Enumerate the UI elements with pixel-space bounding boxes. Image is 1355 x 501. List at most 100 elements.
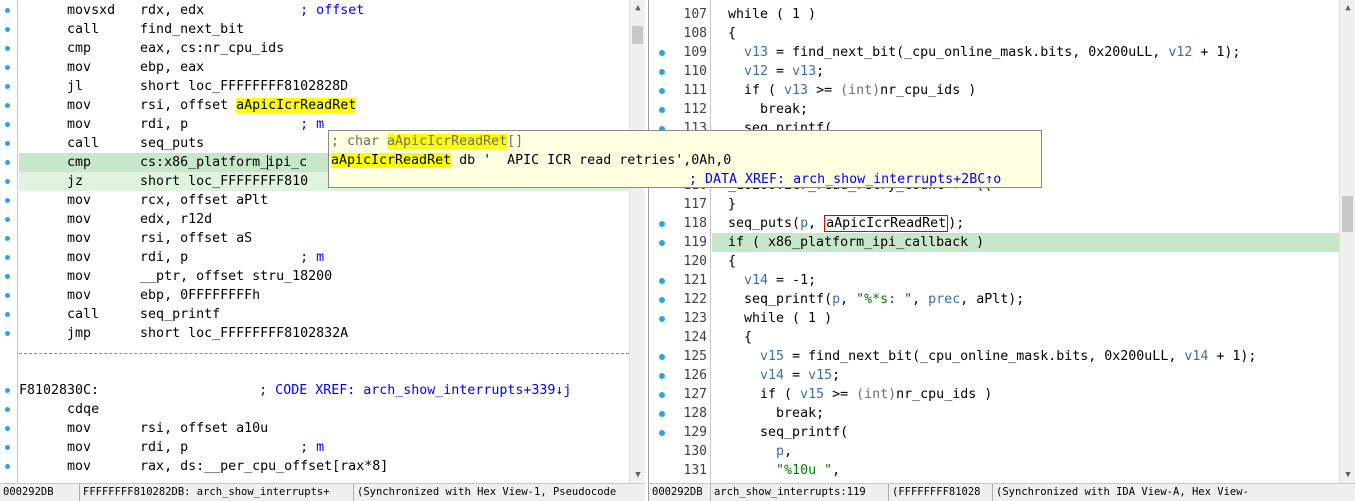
status-sync: (Synchronized with IDA View-A, Hex View- [996, 486, 1249, 498]
asm-line[interactable]: cmp eax, cs:nr_cpu_ids [19, 39, 629, 58]
asm-mnemonic: call [67, 307, 100, 322]
asm-operands: short loc_FFFFFFFF810 [140, 174, 309, 189]
pseudocode-line[interactable]: seq_printf( [712, 423, 1339, 442]
code-token: v15 [760, 349, 785, 364]
pseudocode-scrollbar[interactable]: ▲ ▼ [1339, 0, 1355, 483]
pseudocode-line[interactable]: v12 = v13; [712, 62, 1339, 81]
asm-xref-comment: ; CODE XREF: arch_show_interrupts+339↓j [259, 383, 572, 398]
code-token: p [832, 292, 841, 307]
code-token: = [768, 64, 793, 79]
pseudocode-line[interactable]: v15 = find_next_bit(_cpu_online_mask.bit… [712, 347, 1339, 366]
code-token: while ( 1 ) [744, 311, 833, 326]
tooltip-type-suffix: [] [507, 134, 524, 149]
scrollbar-thumb[interactable] [1342, 196, 1353, 232]
code-token: = find_next_bit(_cpu_online_mask.bits, 0… [784, 349, 1185, 364]
asm-line[interactable]: mov ebp, 0FFFFFFFFh [19, 286, 629, 305]
code-token: v13 [744, 45, 769, 60]
code-token: v12 [744, 64, 769, 79]
asm-mnemonic: cdqe [67, 402, 100, 417]
asm-mnemonic: mov [67, 269, 92, 284]
code-token: v14 [1184, 349, 1209, 364]
asm-mnemonic: mov [67, 288, 92, 303]
tooltip-definition-line: aApicIcrReadRet db ' APIC ICR read retri… [331, 151, 731, 170]
code-token: , [840, 292, 857, 307]
code-token: { [744, 330, 753, 345]
breakpoint-dot-icon [5, 445, 10, 450]
asm-line[interactable]: mov edx, r12d [19, 210, 629, 229]
pseudocode-view[interactable]: 1071081091101111121131141151161171181191… [648, 0, 1355, 501]
pseudocode-line[interactable]: break; [712, 100, 1339, 119]
pseudocode-line[interactable]: { [712, 328, 1339, 347]
asm-operands: ebp, 0FFFFFFFFh [140, 288, 261, 303]
breakpoint-dot-icon [659, 50, 665, 56]
pseudocode-gutter: 1071081091101111121131141151161171181191… [649, 0, 711, 483]
breakpoint-dot-icon [659, 430, 665, 436]
asm-line[interactable]: jl short loc_FFFFFFFF8102828D [19, 77, 629, 96]
asm-indent [19, 269, 67, 284]
pseudocode-line[interactable]: if ( v13 >= (int)nr_cpu_ids ) [712, 81, 1339, 100]
pseudocode-line[interactable]: "%10u ", [712, 461, 1339, 480]
disassembly-scrollbar[interactable]: ▲ ▼ [629, 0, 645, 483]
pseudocode-line[interactable]: seq_puts(p, aApicIcrReadRet); [712, 214, 1339, 233]
tooltip-xref: ; DATA XREF: arch_show_interrupts+2BC↑o [689, 172, 1002, 187]
code-token: v13 [784, 83, 809, 98]
asm-line[interactable]: mov __ptr, offset stru_18200 [19, 267, 629, 286]
asm-line[interactable]: mov rsi, offset a10u [19, 419, 629, 438]
pseudocode-line[interactable]: { [712, 24, 1339, 43]
line-number: 126 [683, 368, 707, 383]
asm-line[interactable]: cdqe [19, 400, 629, 419]
asm-line[interactable]: jmp short loc_FFFFFFFF8102832A [19, 324, 629, 343]
pseudocode-line[interactable]: while ( 1 ) [712, 5, 1339, 24]
line-number-cell: 108 [649, 24, 711, 43]
asm-line[interactable]: mov rcx, offset aPlt [19, 191, 629, 210]
asm-line[interactable]: mov rsi, offset aApicIcrReadRet [19, 96, 629, 115]
asm-line[interactable]: call find_next_bit [19, 20, 629, 39]
line-number-cell: 120 [649, 252, 711, 271]
pseudocode-line[interactable]: p, [712, 442, 1339, 461]
asm-line[interactable]: mov ebp, eax [19, 58, 629, 77]
pseudocode-line[interactable]: } [712, 195, 1339, 214]
pseudocode-line[interactable]: { [712, 252, 1339, 271]
asm-operands: eax, cs:nr_cpu_ids [140, 41, 285, 56]
scroll-up-arrow-icon[interactable]: ▲ [1340, 0, 1355, 16]
pseudocode-line[interactable]: while ( 1 ) [712, 309, 1339, 328]
scroll-down-arrow-icon[interactable]: ▼ [1340, 467, 1355, 483]
asm-indent [19, 459, 67, 474]
pseudocode-line[interactable]: seq_printf(p, "%*s: ", prec, aPlt); [712, 290, 1339, 309]
asm-line[interactable]: movsxd rdx, edx ; offset [19, 1, 629, 20]
asm-operands: rsi, offset [140, 98, 237, 113]
pseudocode-line[interactable]: if ( v15 >= (int)nr_cpu_ids ) [712, 385, 1339, 404]
code-token: if ( [760, 387, 801, 402]
asm-line[interactable]: call seq_printf [19, 305, 629, 324]
line-number-cell: 111 [649, 81, 711, 100]
asm-operands: __ptr, offset stru_18200 [140, 269, 333, 284]
line-number-cell: 122 [649, 290, 711, 309]
scroll-down-arrow-icon[interactable]: ▼ [630, 467, 645, 483]
line-number: 125 [683, 349, 707, 364]
breakpoint-dot-icon [5, 331, 10, 336]
code-token: break; [776, 406, 825, 421]
pseudocode-line[interactable]: break; [712, 404, 1339, 423]
pseudocode-line[interactable]: if ( x86_platform_ipi_callback ) [712, 233, 1339, 252]
asm-indent [19, 440, 67, 455]
asm-line[interactable]: mov rax, ds:__per_cpu_offset[rax*8] [19, 457, 629, 476]
asm-line[interactable]: mov rdi, p ; m [19, 438, 629, 457]
code-token: , aPlt); [960, 292, 1025, 307]
status-file-offset: 000292DB [0, 484, 80, 501]
tooltip-definition-value: db ' APIC ICR read retries',0Ah,0 [451, 153, 732, 168]
scroll-up-arrow-icon[interactable]: ▲ [630, 0, 645, 16]
disassembly-view[interactable]: movsxd rdx, edx ; offset call find_next_bi… [0, 0, 645, 501]
asm-line[interactable]: mov rdi, p ; m [19, 248, 629, 267]
asm-line[interactable]: mov rsi, offset aS [19, 229, 629, 248]
scrollbar-thumb[interactable] [632, 26, 643, 44]
code-token: if ( [744, 83, 785, 98]
pseudocode-line[interactable]: v13 = find_next_bit(_cpu_online_mask.bit… [712, 43, 1339, 62]
pseudocode-line[interactable]: v14 = v15; [712, 366, 1339, 385]
pseudocode-line[interactable]: v14 = -1; [712, 271, 1339, 290]
asm-indent [19, 60, 67, 75]
asm-indent [19, 98, 67, 113]
